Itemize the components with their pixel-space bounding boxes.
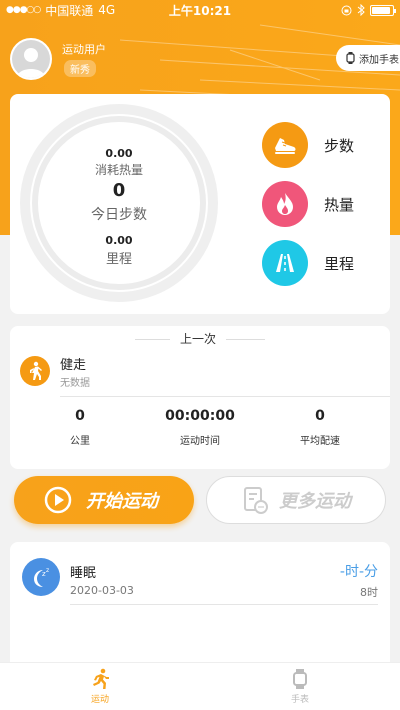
username: 运动用户 [62,43,106,56]
stat-time-label: 运动时间 [180,436,220,447]
metric-distance[interactable]: 里程 [262,240,354,286]
distance-label: 里程 [105,252,132,267]
stat-distance-value: 0 [75,408,85,424]
network-type: 4G [98,3,116,17]
status-left: ●●●○○ 中国联通 4G [6,2,115,19]
metric-calories[interactable]: 热量 [262,181,354,227]
distance-value: 0.00 [105,234,133,247]
stat-time: 00:00:00 运动时间 [150,408,250,447]
start-workout-button[interactable]: 开始运动 [14,476,194,524]
tab-sport[interactable]: 运动 [0,663,200,710]
tab-watch[interactable]: 手表 [200,663,400,710]
calories-label: 消耗热量 [94,163,143,177]
metric-steps-label: 步数 [324,136,355,155]
steps-label: 今日步数 [91,207,147,223]
status-right [341,4,396,16]
today-summary-card: 0.00 消耗热量 0 今日步数 0.00 里程 步数 热量 里程 [10,94,390,314]
stat-distance-label: 公里 [70,436,90,447]
sleep-divider [70,604,378,605]
level-badge: 新秀 [64,60,96,77]
tab-sport-label: 运动 [90,695,109,705]
default-avatar-icon [12,40,50,78]
avatar[interactable] [10,38,52,80]
stat-distance: 0 公里 [30,408,130,447]
last-session-title: 上一次 [170,330,227,347]
sleep-moon-icon: z z [22,558,60,596]
running-icon [93,668,109,689]
sleep-title: 睡眠 [70,566,97,581]
sneaker-icon [262,122,308,168]
start-workout-label: 开始运动 [86,491,158,512]
activity-name: 健走 [60,358,87,373]
road-icon [262,240,308,286]
more-workouts-button[interactable]: 更多运动 [206,476,386,524]
calories-value: 0.00 [105,147,133,160]
stats-divider [60,396,390,397]
activity-status: 无数据 [60,378,90,389]
metric-calories-label: 热量 [324,195,355,214]
battery-icon [370,4,396,16]
add-watch-button[interactable]: 添加手表 [336,45,400,71]
rotation-lock-icon [341,5,352,15]
flame-icon [262,181,308,227]
more-workouts-label: 更多运动 [279,491,351,512]
carrier-name: 中国联通 [45,3,94,18]
stat-pace-value: 0 [315,408,325,424]
metric-steps[interactable]: 步数 [262,122,354,168]
last-session-card[interactable]: 上一次 健走 无数据 0 公里 00:00:00 运动时间 0 平均配速 [10,326,390,469]
watch-tab-icon [293,669,307,689]
sleep-duration: -时-分 [339,564,378,580]
stat-pace-label: 平均配速 [300,436,340,447]
walking-icon [20,356,50,386]
signal-strength-icon: ●●●○○ [6,5,41,15]
status-bar: ●●●○○ 中国联通 4G 上午10:21 [0,0,400,20]
svg-text:z: z [46,567,49,574]
steps-value: 0 [112,180,126,201]
metric-distance-label: 里程 [324,254,355,273]
stat-time-value: 00:00:00 [165,408,235,424]
sleep-date: 2020-03-03 [70,584,134,597]
workout-list-icon [244,487,268,514]
add-watch-label: 添加手表 [359,54,399,66]
bluetooth-icon [357,4,365,16]
sleep-hour-label: 8时 [360,586,378,599]
sleep-card[interactable]: z z 睡眠 2020-03-03 -时-分 8时 [10,542,390,672]
watch-icon [346,52,355,64]
play-icon [44,486,72,514]
tab-bar: 运动 手表 [0,662,400,710]
battery-level [372,6,390,14]
stat-pace: 0 平均配速 [270,408,370,447]
tab-watch-label: 手表 [290,695,309,705]
